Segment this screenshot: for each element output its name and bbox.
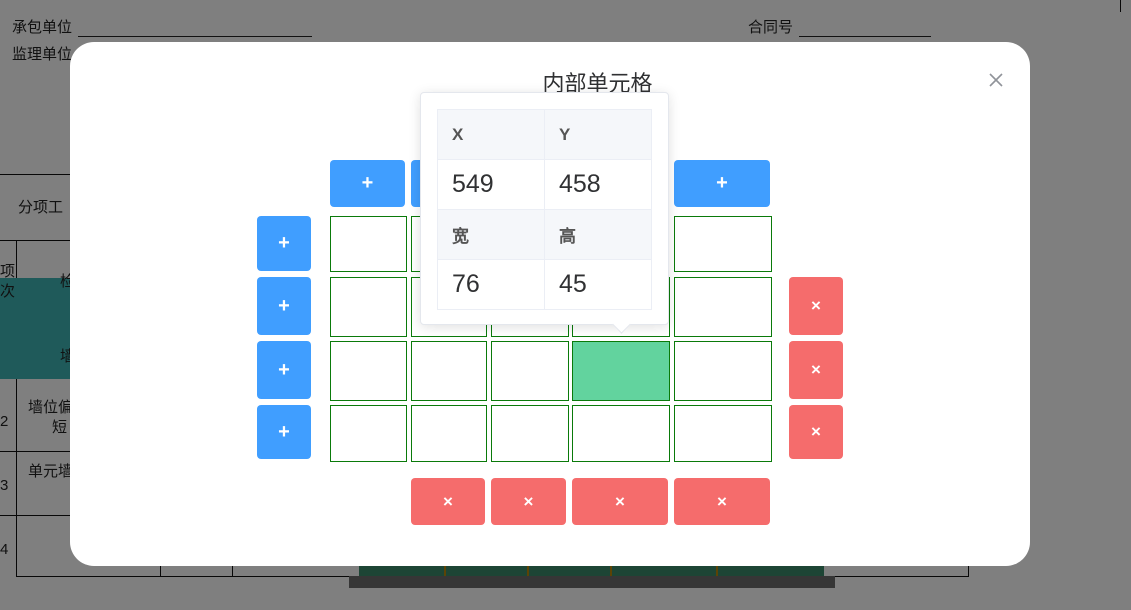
grid-cell[interactable]: [411, 341, 487, 401]
width-header: 宽: [437, 209, 545, 260]
grid-cell[interactable]: [674, 405, 772, 462]
delete-row-button[interactable]: ×: [789, 405, 843, 459]
add-column-button[interactable]: +: [330, 160, 405, 207]
add-column-button[interactable]: +: [674, 160, 770, 207]
grid-cell[interactable]: [330, 216, 407, 272]
grid-cell[interactable]: [491, 405, 569, 462]
add-row-button[interactable]: +: [257, 277, 311, 335]
close-button[interactable]: [986, 70, 1006, 90]
y-header: Y: [544, 109, 652, 160]
close-icon: [989, 73, 1003, 87]
grid-cell[interactable]: [572, 405, 670, 462]
grid-cell[interactable]: [330, 277, 407, 337]
selected-grid-cell[interactable]: [572, 341, 670, 401]
add-row-button[interactable]: +: [257, 405, 311, 459]
grid-cell[interactable]: [411, 405, 487, 462]
grid-cell[interactable]: [491, 341, 569, 401]
delete-row-button[interactable]: ×: [789, 277, 843, 335]
grid-cell[interactable]: [330, 405, 407, 462]
x-value: 549: [437, 159, 545, 210]
grid-cell[interactable]: [674, 216, 772, 272]
cell-info-popover: X Y 549 458 宽 高 76 45: [420, 92, 669, 334]
y-value: 458: [544, 159, 652, 210]
x-header: X: [437, 109, 545, 160]
delete-column-button[interactable]: ×: [674, 478, 770, 525]
height-header: 高: [544, 209, 652, 260]
delete-column-button[interactable]: ×: [411, 478, 485, 525]
cell-info-table: X Y 549 458 宽 高 76 45: [437, 109, 652, 310]
width-value: 76: [437, 259, 545, 310]
add-row-button[interactable]: +: [257, 341, 311, 399]
delete-column-button[interactable]: ×: [572, 478, 668, 525]
add-row-button[interactable]: +: [257, 216, 311, 271]
delete-column-button[interactable]: ×: [491, 478, 566, 525]
grid-cell[interactable]: [674, 341, 772, 401]
grid-cell[interactable]: [330, 341, 407, 401]
delete-row-button[interactable]: ×: [789, 341, 843, 399]
height-value: 45: [544, 259, 652, 310]
grid-cell[interactable]: [674, 277, 772, 337]
